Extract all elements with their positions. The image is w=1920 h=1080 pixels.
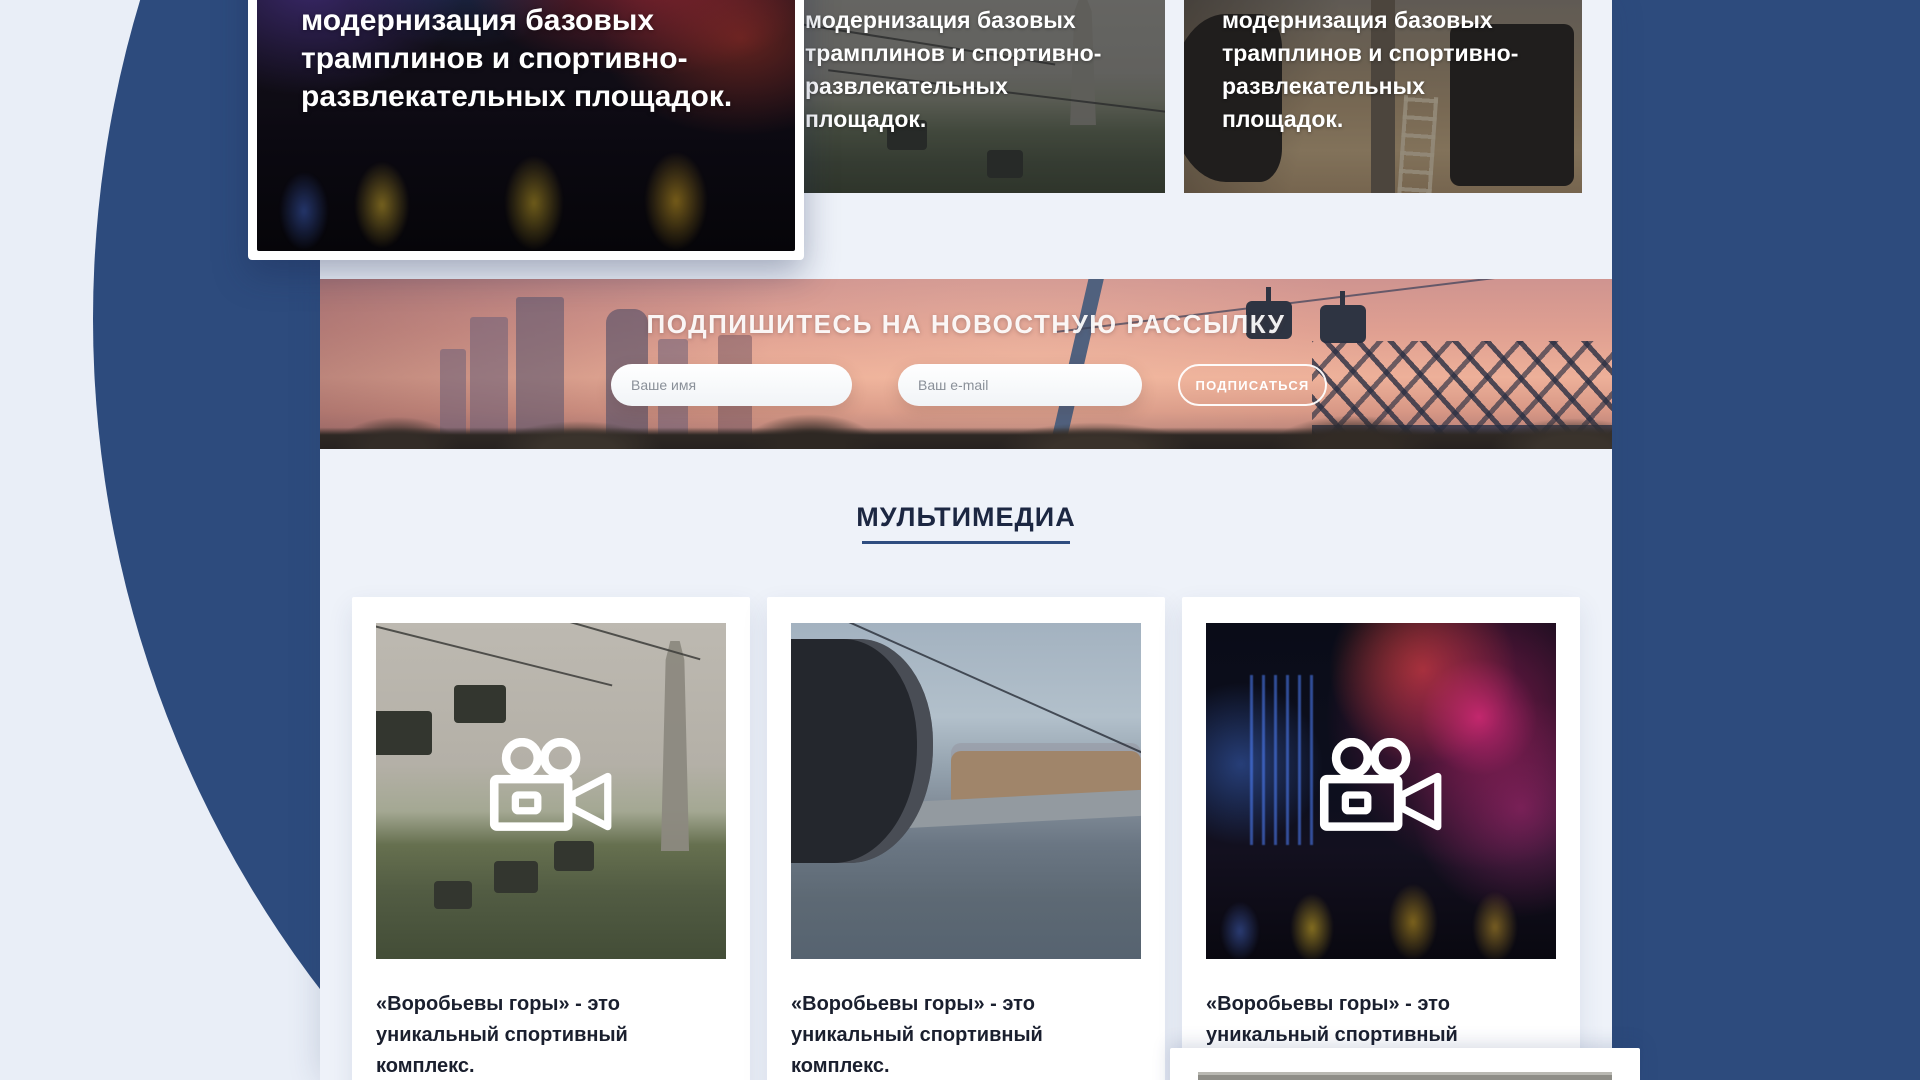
- multimedia-image-3: [1206, 623, 1556, 959]
- multimedia-image-2: [791, 623, 1141, 959]
- multimedia-caption: «Воробьевы горы» - это уникальный спорти…: [791, 989, 1131, 1080]
- illuminated-tower: [1250, 675, 1316, 845]
- cable-car: [376, 711, 432, 755]
- multimedia-image-1: [376, 623, 726, 959]
- cable-car: [454, 685, 506, 723]
- cable-car: [434, 881, 472, 909]
- multimedia-card-1[interactable]: «Воробьевы горы» - это уникальный спорти…: [352, 597, 750, 1080]
- video-camera-icon[interactable]: [1315, 738, 1447, 844]
- hero-slide-2[interactable]: модернизация базовых трамплинов и спорти…: [767, 0, 1165, 193]
- hero-featured-image: модернизация базовых трамплинов и спорти…: [257, 0, 795, 251]
- name-input[interactable]: [611, 364, 852, 406]
- newsletter-title: ПОДПИШИТЕСЬ НА НОВОСТНУЮ РАССЫЛКУ: [320, 309, 1612, 340]
- hero-slide-featured[interactable]: модернизация базовых трамплинов и спорти…: [248, 0, 804, 260]
- cable-car: [554, 841, 594, 871]
- email-input[interactable]: [898, 364, 1142, 406]
- bottom-overlay-card[interactable]: [1170, 1048, 1640, 1080]
- multimedia-caption: «Воробьевы горы» - это уникальный спорти…: [376, 989, 716, 1080]
- light-reflection: [644, 151, 708, 251]
- cable-line: [376, 623, 612, 686]
- subscribe-button[interactable]: ПОДПИСАТЬСЯ: [1178, 364, 1327, 406]
- light-reflection: [279, 171, 329, 251]
- light-reflection: [1388, 883, 1438, 959]
- heading-underline: [862, 541, 1070, 544]
- hero-featured-text: модернизация базовых трамплинов и спорти…: [301, 2, 746, 116]
- multimedia-card-3[interactable]: «Воробьевы горы» - это уникальный спорти…: [1182, 597, 1580, 1080]
- newsletter-banner: ПОДПИШИТЕСЬ НА НОВОСТНУЮ РАССЫЛКУ ПОДПИС…: [320, 279, 1612, 449]
- overlay-card-image: [1198, 1072, 1612, 1080]
- hero-slide-text: модернизация базовых трамплинов и спорти…: [805, 4, 1135, 136]
- cable-line: [412, 623, 701, 660]
- multimedia-card-2[interactable]: «Воробьевы горы» - это уникальный спорти…: [767, 597, 1165, 1080]
- page: модернизация базовых трамплинов и спорти…: [0, 0, 1920, 1080]
- hero-slide-3[interactable]: модернизация базовых трамплинов и спорти…: [1184, 0, 1582, 193]
- light-reflection: [1472, 891, 1518, 959]
- cable-car: [494, 861, 538, 893]
- multimedia-heading: МУЛЬТИМЕДИА: [320, 502, 1612, 533]
- light-reflection: [354, 161, 410, 249]
- video-camera-icon[interactable]: [485, 738, 617, 844]
- multimedia-section-header: МУЛЬТИМЕДИА: [320, 502, 1612, 544]
- hero-slide-text: модернизация базовых трамплинов и спорти…: [1222, 4, 1552, 136]
- light-reflection: [504, 155, 564, 251]
- cable-car-closeup: [791, 639, 933, 863]
- tower-silhouette: [636, 641, 714, 851]
- light-reflection: [1290, 893, 1334, 959]
- light-reflection: [1220, 901, 1260, 959]
